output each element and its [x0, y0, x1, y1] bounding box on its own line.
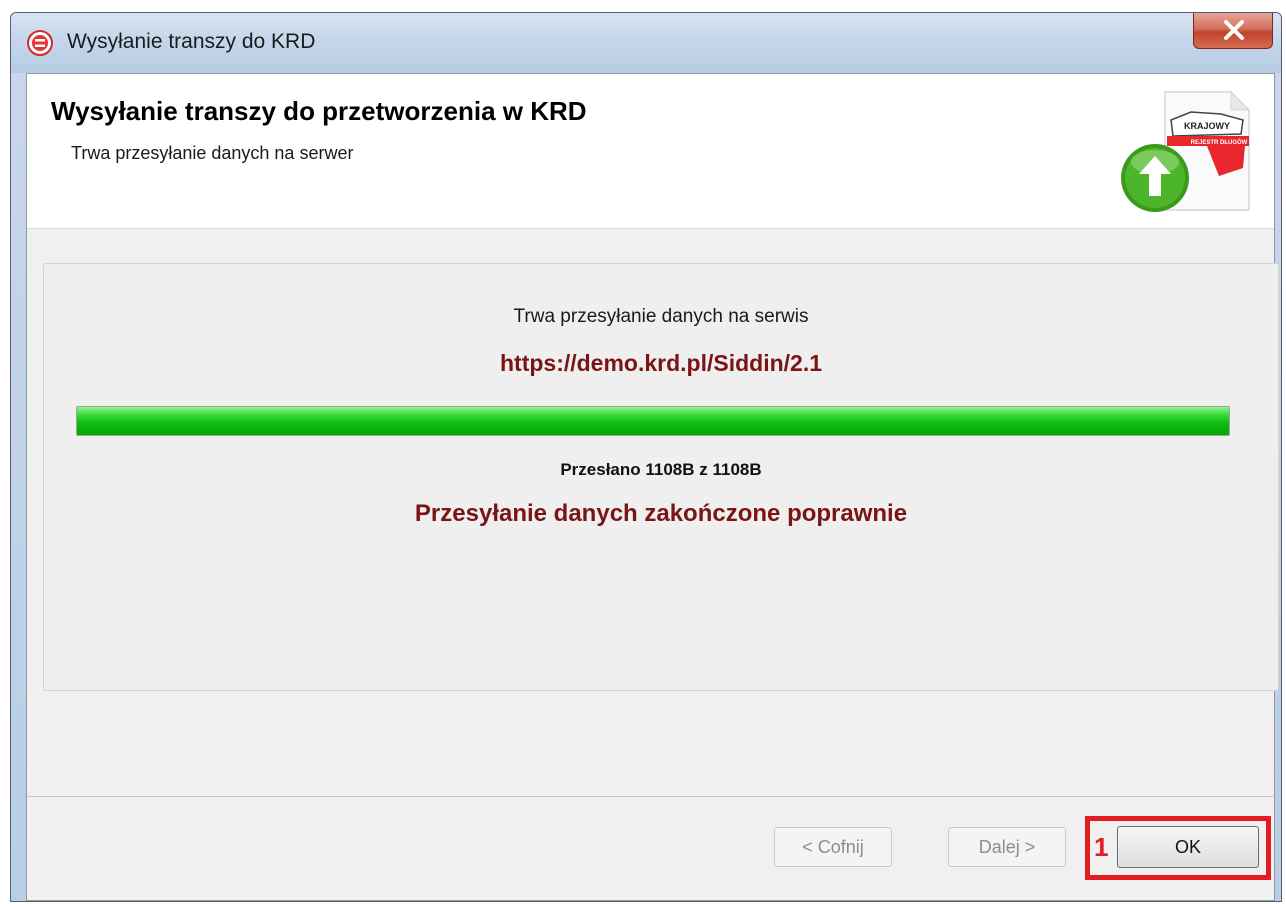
- logo-text-top: KRAJOWY: [1184, 121, 1230, 131]
- status-text: Trwa przesyłanie danych na serwis: [513, 306, 809, 327]
- wizard-footer: < Cofnij Dalej > OK 1: [27, 796, 1274, 900]
- page-title: Wysyłanie transzy do przetworzenia w KRD: [51, 96, 587, 126]
- upload-progress-bar: [76, 406, 1230, 436]
- wizard-header: Wysyłanie transzy do przetworzenia w KRD…: [27, 74, 1274, 229]
- next-button[interactable]: Dalej >: [948, 827, 1066, 867]
- server-url: https://demo.krd.pl/Siddin/2.1: [499, 350, 823, 376]
- upload-panel: Trwa przesyłanie danych na serwis https:…: [43, 263, 1279, 691]
- window-title: Wysyłanie transzy do KRD: [67, 30, 316, 53]
- annotation-highlight-box: [1085, 816, 1271, 880]
- title-bar[interactable]: Wysyłanie transzy do KRD: [11, 13, 1281, 73]
- dialog-window: Wysyłanie transzy do KRD Wysyłanie trans…: [10, 12, 1282, 902]
- logo-text-band: REJESTR DŁUGÓW: [1191, 138, 1248, 146]
- progress-fill: [77, 407, 1229, 435]
- annotation-step-number: 1: [1094, 832, 1109, 862]
- close-icon: [1224, 20, 1244, 40]
- wizard-body: Trwa przesyłanie danych na serwis https:…: [27, 229, 1279, 796]
- krd-app-icon: [27, 30, 53, 56]
- completion-message: Przesyłanie danych zakończone poprawnie: [414, 500, 908, 527]
- back-button[interactable]: < Cofnij: [774, 827, 892, 867]
- close-button[interactable]: [1193, 13, 1273, 49]
- bytes-sent-text: Przesłano 1108B z 1108B: [560, 460, 762, 479]
- krd-document-upload-icon: KRAJOWY REJESTR DŁUGÓW: [1121, 90, 1251, 212]
- dialog-client: Wysyłanie transzy do przetworzenia w KRD…: [26, 73, 1279, 901]
- page-subtitle: Trwa przesyłanie danych na serwer: [71, 143, 354, 163]
